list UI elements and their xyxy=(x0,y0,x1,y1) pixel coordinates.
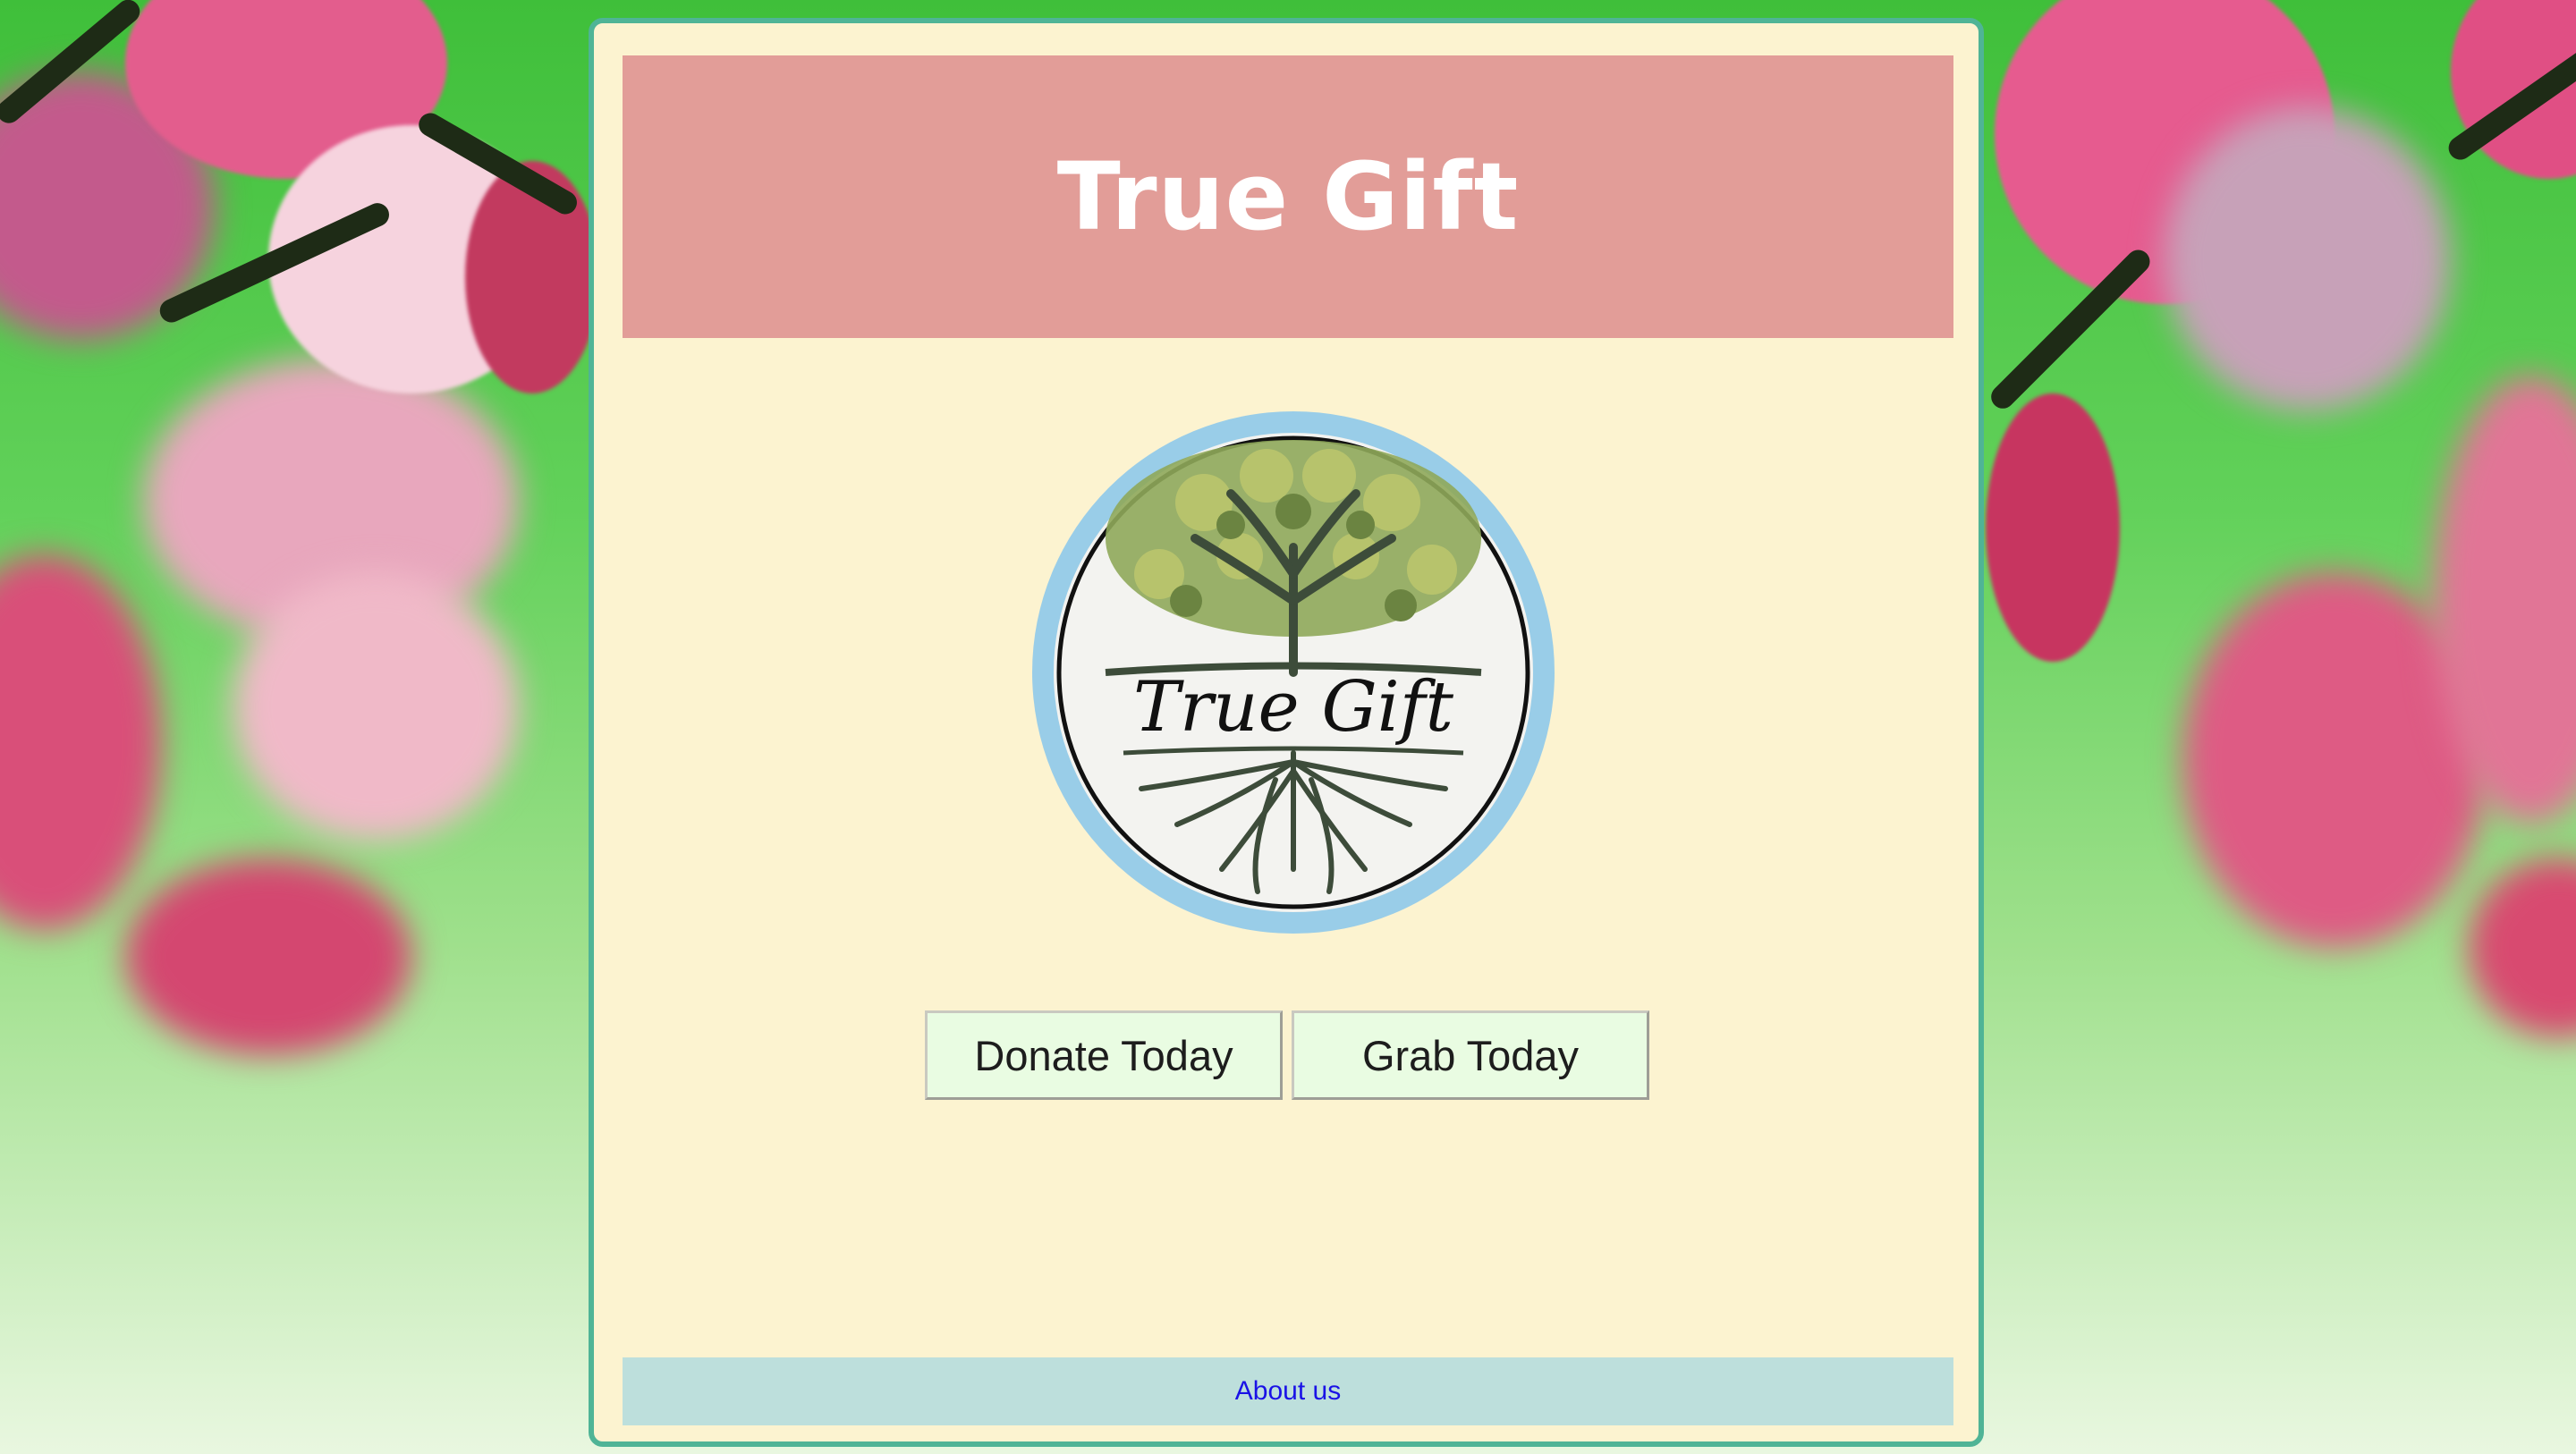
about-us-link[interactable]: About us xyxy=(1235,1376,1341,1407)
true-gift-logo: True Gift xyxy=(1025,404,1562,941)
logo-script-text: True Gift xyxy=(1133,667,1454,748)
donate-today-button[interactable]: Donate Today xyxy=(925,1010,1283,1100)
page-title: True Gift xyxy=(1056,142,1520,251)
action-buttons: Donate Today Grab Today xyxy=(925,1010,1649,1100)
tree-of-life-logo-icon: True Gift xyxy=(1032,411,1555,934)
grab-today-button[interactable]: Grab Today xyxy=(1292,1010,1649,1100)
page-header: True Gift xyxy=(623,55,1953,338)
main-card: True Gift True Gift Donate Today Grab To… xyxy=(589,18,1984,1447)
page-footer: About us xyxy=(623,1357,1953,1425)
